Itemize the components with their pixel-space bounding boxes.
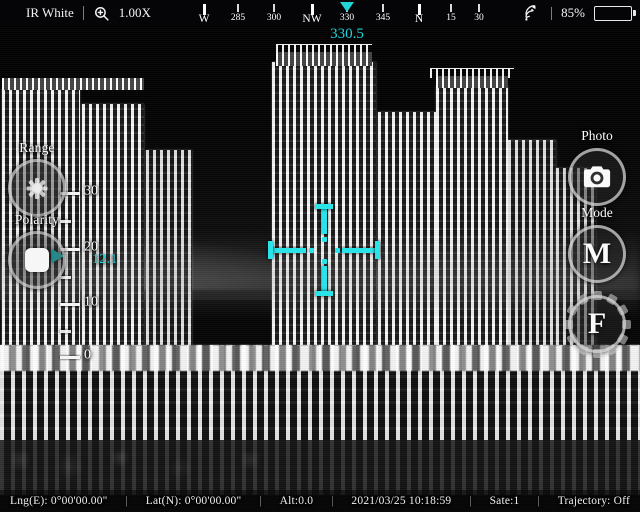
- focus-glyph: F: [587, 307, 607, 340]
- compass-strip[interactable]: W 285 300 NW 330 345 N 15 30 330.5: [185, 0, 484, 42]
- mode-control[interactable]: Mode M: [568, 205, 626, 283]
- elevation-tick-label: 30: [84, 183, 98, 199]
- zoom-level-label: 1.00X: [118, 5, 151, 20]
- building-roof: [2, 78, 144, 90]
- mode-glyph: M: [582, 237, 612, 270]
- palette-zoom-cluster: IR White 1.00X: [0, 5, 151, 22]
- photo-shutter-control[interactable]: Photo: [568, 128, 626, 206]
- divider: [551, 6, 553, 20]
- compass-heading-marker: [340, 2, 354, 12]
- compass-tick-label: 300: [266, 13, 282, 23]
- battery-percent-label: 85%: [561, 5, 585, 20]
- compass-tick-label: N: [414, 13, 424, 25]
- divider: |: [259, 495, 262, 507]
- compass-tick: [382, 4, 384, 12]
- cog-tooth: [576, 292, 589, 306]
- roof-railing: [430, 68, 514, 78]
- building-roof: [276, 52, 372, 66]
- ir-camera-viewfinder: IR White 1.00X W 285 300 NW 330 345 N 15 30 330.…: [0, 0, 640, 512]
- compass-tick-label: 15: [446, 13, 456, 23]
- divider: [82, 6, 84, 20]
- mode-button-label: Mode: [581, 205, 613, 220]
- polarity-toggle-label: Polarity: [14, 212, 60, 227]
- letter-f-cog-icon[interactable]: F: [563, 290, 631, 358]
- elevation-scale: 30 20 10 0 12.1: [52, 160, 118, 363]
- trajectory-readout[interactable]: Trajectory: Off: [558, 495, 630, 507]
- divider: |: [125, 495, 128, 507]
- satellite-count-readout: Sate:1: [489, 495, 520, 507]
- letter-m-icon[interactable]: M: [568, 225, 626, 283]
- elevation-tick: [60, 303, 80, 306]
- spoked-wheel-icon[interactable]: [8, 159, 66, 217]
- range-dial-label: Range: [19, 140, 55, 155]
- compass-tick: [450, 4, 452, 12]
- compass-tick: [478, 4, 480, 12]
- bottom-status-bar: Lng(E): 0°00'00.00" | Lat(N): 0°00'00.00…: [0, 490, 640, 512]
- altitude-readout: Alt:0.0: [279, 495, 314, 507]
- elevation-tick-label: 0: [84, 347, 91, 363]
- compass-tick: [237, 4, 239, 12]
- compass-tick-label: NW: [302, 13, 322, 25]
- cog-tooth: [565, 303, 579, 316]
- range-dial-control[interactable]: Range: [8, 140, 66, 217]
- elevation-value: 12.1: [92, 252, 118, 267]
- satellite-icon[interactable]: [523, 4, 542, 22]
- treeline: [0, 440, 640, 495]
- divider: |: [469, 495, 472, 507]
- divider: |: [331, 495, 334, 507]
- camera-icon[interactable]: [568, 148, 626, 206]
- compass-tick-label: 285: [230, 13, 246, 23]
- elevation-tick: [60, 356, 80, 359]
- latitude-readout: Lat(N): 0°00'00.00": [145, 495, 242, 507]
- compass-tick-label: W: [198, 13, 210, 25]
- battery-indicator: [594, 5, 636, 21]
- cog-tooth: [605, 292, 618, 306]
- compass-heading-value: 330.5: [330, 26, 364, 42]
- divider: |: [537, 495, 540, 507]
- top-status-bar: IR White 1.00X W 285 300 NW 330 345 N 15 30 330.…: [0, 0, 640, 42]
- longitude-readout: Lng(E): 0°00'00.00": [10, 495, 108, 507]
- compass-tick-label: 30: [474, 13, 484, 23]
- photo-button-label: Photo: [581, 128, 613, 143]
- elevation-tick: [60, 330, 71, 333]
- magnifier-plus-icon[interactable]: [93, 5, 110, 22]
- rounded-square-toggle-icon[interactable]: [8, 231, 66, 289]
- compass-tick-label: 330: [339, 13, 355, 23]
- compass-tick-label: 345: [375, 13, 391, 23]
- gps-battery-cluster: 85%: [523, 0, 636, 26]
- focus-control[interactable]: F: [563, 290, 631, 358]
- roof-railing: [276, 44, 372, 54]
- toggle-knob: [25, 248, 49, 272]
- palette-label[interactable]: IR White: [26, 5, 74, 21]
- cog-tooth: [565, 332, 579, 345]
- elevation-tick-label: 10: [84, 294, 98, 310]
- compass-tick: [273, 4, 275, 12]
- polarity-toggle-control[interactable]: Polarity: [8, 212, 66, 289]
- datetime-readout: 2021/03/25 10:18:59: [351, 495, 452, 507]
